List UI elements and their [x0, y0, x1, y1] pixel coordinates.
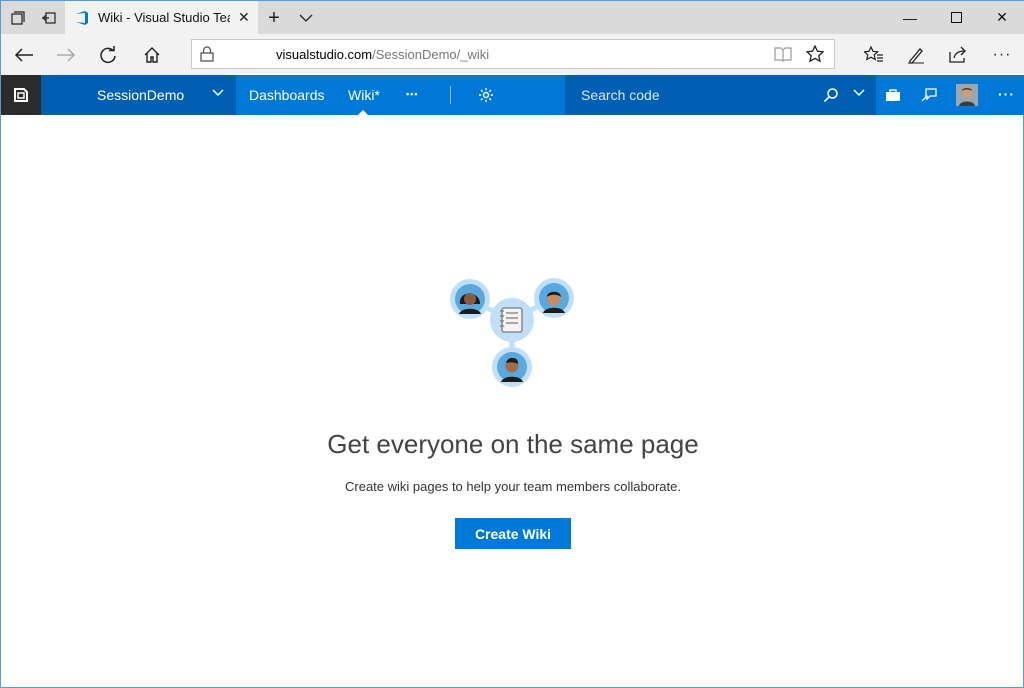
marketplace-bag-icon[interactable] [883, 85, 903, 105]
maximize-icon[interactable] [933, 1, 979, 34]
code-search-box[interactable]: Search code [565, 75, 876, 115]
project-name: SessionDemo [97, 87, 185, 103]
header-more-icon[interactable]: ··· [998, 86, 1015, 102]
url-field[interactable]: visualstudio.com/SessionDemo/_wiki [191, 39, 835, 69]
url-path: /SessionDemo/_wiki [372, 47, 490, 62]
url-domain: visualstudio.com [276, 47, 373, 62]
hub-dashboards[interactable]: Dashboards [249, 87, 325, 103]
vsts-favicon-icon [76, 10, 88, 25]
reading-view-icon[interactable] [774, 46, 792, 62]
active-hub-indicator [358, 110, 368, 115]
back-arrow-icon[interactable] [9, 40, 39, 70]
search-placeholder: Search code [581, 87, 660, 103]
address-bar: visualstudio.com/SessionDemo/_wiki ··· [1, 34, 1024, 75]
empty-state-subtext: Create wiki pages to help your team memb… [345, 479, 681, 494]
set-tabs-aside-icon[interactable] [38, 7, 60, 29]
hub-more-button[interactable]: ••• [406, 89, 418, 99]
settings-gear-icon[interactable] [476, 85, 496, 105]
search-scope-chevron-icon[interactable] [853, 89, 865, 97]
project-selector[interactable]: SessionDemo [41, 75, 236, 115]
forward-arrow-icon[interactable] [51, 40, 81, 70]
lock-icon [200, 46, 214, 62]
favorites-hub-icon[interactable] [859, 40, 889, 70]
collaboration-illustration [450, 278, 574, 387]
url-text: visualstudio.com/SessionDemo/_wiki [276, 47, 489, 62]
browser-window: Wiki - Visual Studio Tea ✕ + — ✕ visuals… [0, 0, 1024, 688]
header-divider [450, 86, 451, 104]
web-note-pen-icon[interactable] [901, 40, 931, 70]
user-avatar[interactable] [956, 84, 978, 106]
search-icon[interactable] [823, 87, 839, 103]
tab-manager-icon[interactable] [7, 7, 29, 29]
share-icon[interactable] [943, 40, 973, 70]
empty-state-headline: Get everyone on the same page [327, 429, 699, 459]
minimize-icon[interactable]: — [887, 1, 933, 34]
feedback-icon[interactable] [919, 85, 939, 105]
window-close-icon[interactable]: ✕ [979, 1, 1024, 34]
tab-strip: Wiki - Visual Studio Tea ✕ + — ✕ [1, 1, 1024, 34]
new-tab-icon[interactable]: + [263, 7, 285, 29]
chevron-down-icon [212, 89, 224, 97]
hub-wiki[interactable]: Wiki* [348, 87, 380, 103]
refresh-icon[interactable] [93, 40, 123, 70]
more-menu-icon[interactable]: ··· [987, 40, 1017, 70]
tab-title: Wiki - Visual Studio Tea [98, 10, 230, 25]
vsts-logo-icon[interactable] [1, 75, 41, 115]
vsts-header: SessionDemo Dashboards Wiki* ••• Search … [1, 75, 1024, 115]
tab-preview-chevron-icon[interactable] [295, 7, 317, 29]
favorite-star-icon[interactable] [806, 45, 824, 63]
home-icon[interactable] [137, 40, 167, 70]
create-wiki-button[interactable]: Create Wiki [455, 518, 571, 549]
active-tab[interactable]: Wiki - Visual Studio Tea ✕ [65, 1, 258, 34]
close-tab-icon[interactable]: ✕ [238, 9, 250, 26]
